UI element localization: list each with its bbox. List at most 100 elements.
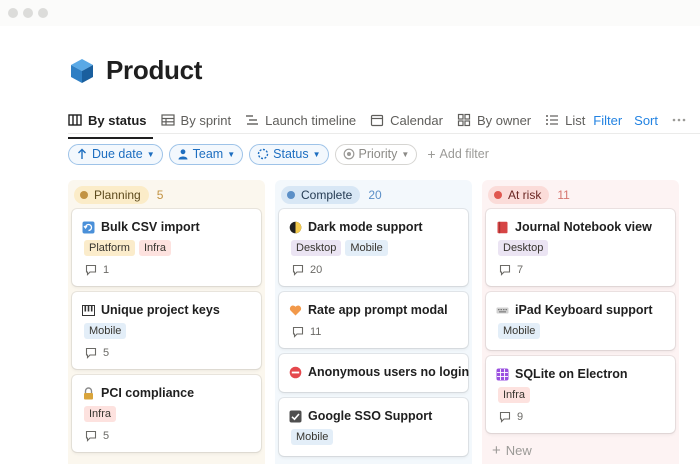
tag-desktop: Desktop [498,240,549,256]
column-header: At risk 11 [488,186,570,204]
tabs-divider [68,133,700,134]
status-pill[interactable]: At risk [488,186,550,204]
status-label: At risk [508,188,542,202]
priority-icon [343,148,354,160]
status-label: Complete [301,188,353,202]
tag-infra: Infra [138,240,171,256]
grid-icon [496,368,509,381]
add-filter-button[interactable]: + Add filter [427,146,489,162]
column-count: 11 [557,188,570,202]
heart-icon [289,304,302,317]
minimize-window-button[interactable] [23,8,33,18]
filter-label: Team [192,147,224,161]
column-complete: Complete 20 Dark mode support Desktop Mo… [275,180,472,464]
filter-label: Status [273,147,309,161]
book-icon [496,221,509,234]
more-icon[interactable] [672,113,686,127]
piano-icon [82,304,95,317]
calendar-icon [371,114,384,127]
tab-label: By owner [476,112,532,128]
card-ipad-keyboard-support[interactable]: iPad Keyboard support Mobile [486,292,675,350]
comment-count: 7 [499,264,523,276]
card-dark-mode-support[interactable]: Dark mode support Desktop Mobile 20 [279,209,468,286]
filter-label: Due date [92,147,143,161]
status-filter[interactable]: Status ▼ [249,143,329,165]
timeline-icon [246,115,259,125]
checkbox-icon [289,410,302,423]
due-date-filter[interactable]: Due date ▼ [68,143,163,165]
add-filter-label: Add filter [439,147,489,161]
card-tags: Mobile [498,323,544,339]
refresh-icon [82,221,95,234]
column-planning: Planning 5 Bulk CSV import Platform Infr… [68,180,265,464]
tag-desktop: Desktop [291,240,342,256]
tab-label: Calendar [390,112,443,128]
sort-button[interactable]: Sort [634,113,658,128]
card-google-sso-support[interactable]: Google SSO Support Mobile [279,398,468,456]
card-tags: Mobile [291,429,337,445]
comment-count: 11 [292,326,321,338]
card-tags: Platform Infra [84,240,175,256]
team-filter[interactable]: Team ▼ [168,143,244,165]
card-title: Unique project keys [82,303,220,317]
tab-list[interactable]: List [545,106,585,134]
card-rate-app-prompt-modal[interactable]: Rate app prompt modal 11 [279,292,468,348]
maximize-window-button[interactable] [38,8,48,18]
card-title: iPad Keyboard support [496,303,653,317]
priority-filter[interactable]: Priority ▼ [334,143,418,165]
card-title: Google SSO Support [289,409,432,423]
tag-infra: Infra [84,406,117,422]
column-at-risk: At risk 11 Journal Notebook view Desktop… [482,180,679,464]
plus-icon: + [427,146,436,162]
close-window-button[interactable] [8,8,18,18]
card-title: PCI compliance [82,386,194,400]
page-header: Product [68,55,202,86]
cube-icon [71,58,93,83]
card-tags: Desktop Mobile [291,240,392,256]
status-pill[interactable]: Planning [74,186,149,204]
card-tags: Infra [498,387,534,403]
card-anonymous-users-no-login[interactable]: Anonymous users no login [279,354,469,392]
comment-icon [85,264,97,276]
tab-by-owner[interactable]: By owner [457,106,531,134]
new-card-button[interactable]: + New [492,442,532,459]
card-unique-project-keys[interactable]: Unique project keys Mobile 5 [72,292,261,369]
tab-by-status[interactable]: By status [68,106,153,139]
no-entry-icon [289,366,302,379]
table-icon [160,114,175,126]
card-journal-notebook-view[interactable]: Journal Notebook view Desktop 7 [486,209,675,286]
comment-icon [292,264,304,276]
card-sqlite-on-electron[interactable]: SQLite on Electron Infra 9 [486,356,675,433]
list-icon [546,115,559,125]
comment-count: 5 [85,347,109,359]
column-header: Complete 20 [281,186,382,204]
comment-icon [292,326,304,338]
card-pci-compliance[interactable]: PCI compliance Infra 5 [72,375,261,452]
chevron-down-icon: ▼ [312,149,321,159]
card-bulk-csv-import[interactable]: Bulk CSV import Platform Infra 1 [72,209,261,286]
page-title: Product [106,55,203,85]
tab-calendar[interactable]: Calendar [370,106,443,134]
new-card-label: New [505,443,532,458]
tab-label: Launch timeline [265,112,357,128]
comment-count: 5 [85,430,109,442]
tab-launch-timeline[interactable]: Launch timeline [245,106,356,134]
tab-label: By status [88,112,147,128]
tab-by-sprint[interactable]: By sprint [160,106,231,134]
half-moon-icon [289,221,302,234]
comment-count: 1 [85,264,109,276]
status-label: Planning [94,188,141,202]
card-title: Rate app prompt modal [289,303,448,317]
card-title: Bulk CSV import [82,220,200,234]
column-count: 5 [156,188,164,202]
tag-mobile: Mobile [498,323,541,339]
status-dot [80,191,88,199]
lock-icon [82,386,95,400]
card-title: Journal Notebook view [496,220,652,234]
filter-button[interactable]: Filter [593,113,622,128]
tag-infra: Infra [498,387,531,403]
person-icon [178,149,188,160]
comment-icon [85,347,97,359]
status-pill[interactable]: Complete [281,186,361,204]
card-title: Dark mode support [289,220,423,234]
